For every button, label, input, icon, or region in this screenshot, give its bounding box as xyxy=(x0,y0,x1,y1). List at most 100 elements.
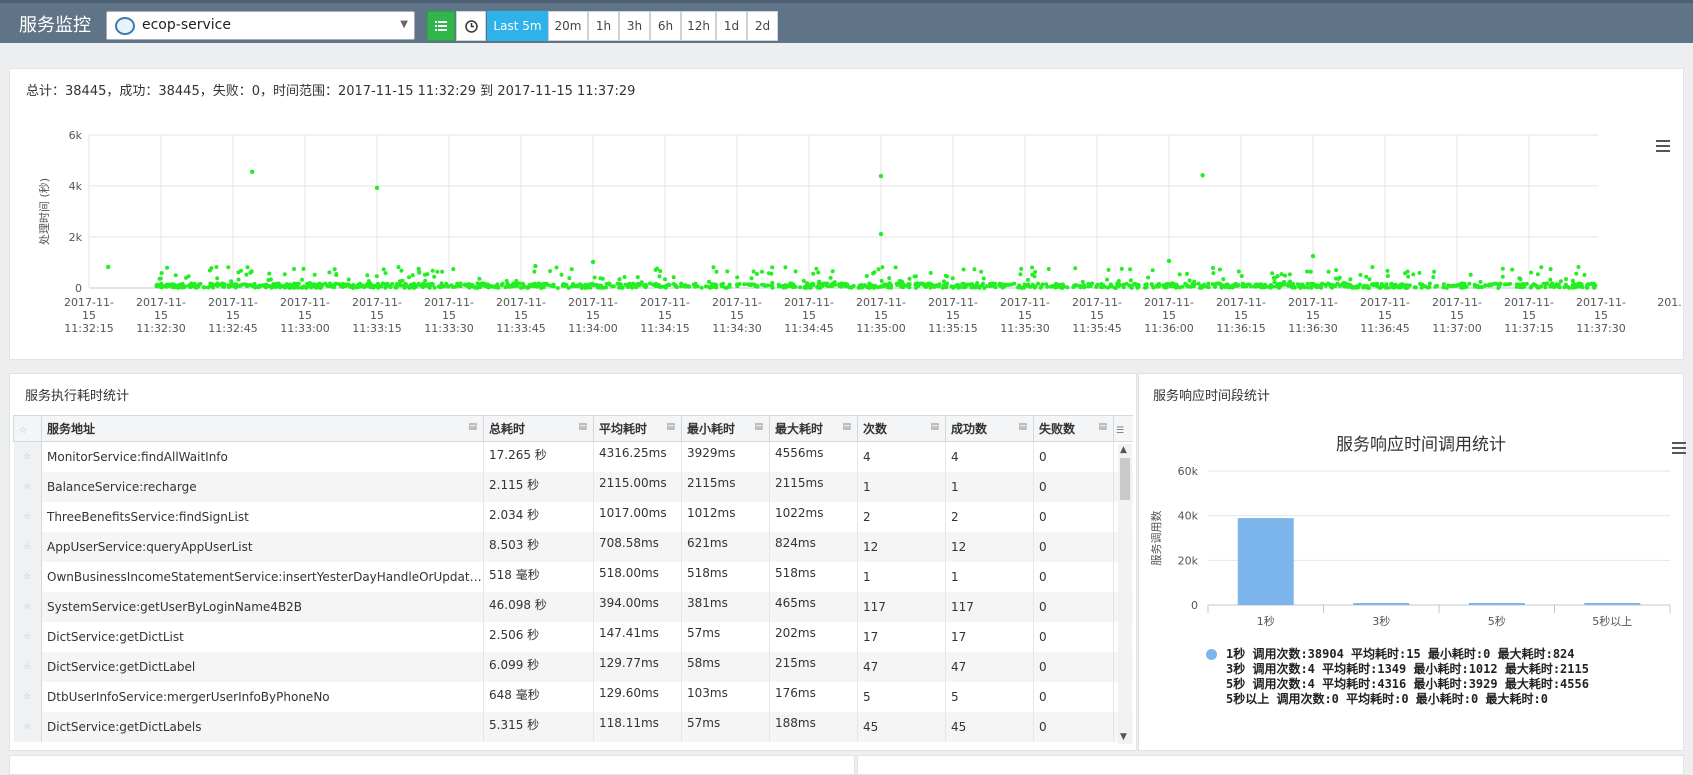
x-tick-label: 11:33:45 xyxy=(496,322,545,335)
exec-table-title: 服务执行耗时统计 xyxy=(25,389,130,404)
time-range-button-1h[interactable]: 1h xyxy=(588,11,619,41)
scatter-point xyxy=(592,275,597,280)
scatter-point xyxy=(1206,285,1211,290)
row-select-icon[interactable]: ☆ xyxy=(13,651,42,682)
row-select-header[interactable]: ☆ xyxy=(13,415,42,442)
x-tick-label: 2017-11- xyxy=(208,296,258,309)
scatter-point xyxy=(1046,267,1051,271)
row-select-icon[interactable]: ☆ xyxy=(13,621,42,652)
scatter-point xyxy=(679,281,684,286)
resp-chart-legend[interactable]: 1秒 调用次数:38904 平均耗时:15 最小耗时:0 最大耗时:824 3秒 … xyxy=(1206,647,1589,707)
row-select-icon[interactable]: ☆ xyxy=(13,681,42,712)
scatter-point xyxy=(276,281,281,286)
scatter-point xyxy=(711,265,716,270)
time-range-button-12h[interactable]: 12h xyxy=(681,11,716,41)
row-select-icon[interactable]: ☆ xyxy=(13,441,42,472)
row-select-icon[interactable]: ☆ xyxy=(13,711,42,742)
time-range-button-3h[interactable]: 3h xyxy=(619,11,650,41)
row-select-icon[interactable]: ☆ xyxy=(13,501,42,532)
scatter-point xyxy=(165,265,170,270)
table-row[interactable]: ☆ ThreeBenefitsService:findSignList 2.034 … xyxy=(13,501,1133,532)
column-menu-icon[interactable]: ▤ xyxy=(930,422,939,432)
column-menu-icon[interactable]: ▤ xyxy=(1018,422,1027,432)
clock-button[interactable] xyxy=(456,11,486,41)
table-row[interactable]: ☆ DtbUserInfoService:mergerUserInfoByPhon… xyxy=(13,681,1133,712)
scatter-point xyxy=(222,282,227,287)
column-header[interactable]: 服务地址 ▤ xyxy=(41,415,484,442)
table-row[interactable]: ☆ BalanceService:recharge 2.115 秒 2115.00ms… xyxy=(13,471,1133,502)
column-header[interactable]: 失败数 ▤ xyxy=(1033,415,1114,442)
column-header[interactable]: 最大耗时 ▤ xyxy=(769,415,858,442)
table-cell: 5 xyxy=(857,681,946,712)
table-cell: 12 xyxy=(857,531,946,562)
scatter-point xyxy=(769,271,774,276)
column-menu-icon[interactable]: ▤ xyxy=(468,422,477,432)
column-chooser-header[interactable]: ☰ xyxy=(1113,415,1133,442)
row-select-icon[interactable]: ☆ xyxy=(13,561,42,592)
table-row[interactable]: ☆ DictService:getDictLabels 5.315 秒 118.11m… xyxy=(13,711,1133,742)
scatter-point xyxy=(887,276,892,281)
column-header[interactable]: 平均耗时 ▤ xyxy=(593,415,682,442)
scatter-point xyxy=(1578,282,1583,287)
scatter-point xyxy=(266,278,271,282)
scatter-point xyxy=(505,281,510,286)
list-view-button[interactable] xyxy=(427,11,455,41)
time-range-button-2d[interactable]: 2d xyxy=(747,11,778,41)
row-select-icon[interactable]: ☆ xyxy=(13,591,42,622)
column-header-label: 最大耗时 xyxy=(775,422,824,436)
column-header[interactable]: 最小耗时 ▤ xyxy=(681,415,770,442)
row-select-icon[interactable]: ☆ xyxy=(13,471,42,502)
scatter-point xyxy=(1030,265,1035,270)
table-scrollbar[interactable]: ▲ ▼ xyxy=(1118,444,1132,744)
time-range-button-20m[interactable]: 20m xyxy=(548,11,588,41)
table-row[interactable]: ☆ MonitorService:findAllWaitInfo 17.265 秒4… xyxy=(13,441,1133,472)
scroll-down-icon[interactable]: ▼ xyxy=(1120,732,1127,742)
scatter-point xyxy=(1106,267,1111,272)
scatter-point xyxy=(950,276,955,281)
table-row[interactable]: ☆ OwnBusinessIncomeStatementService:inser… xyxy=(13,561,1133,592)
time-range-button-last5m[interactable]: Last 5m xyxy=(487,11,548,41)
scroll-up-icon[interactable]: ▲ xyxy=(1120,445,1127,455)
table-row[interactable]: ☆ DictService:getDictList 2.506 秒 147.41ms 5… xyxy=(13,621,1133,652)
table-row[interactable]: ☆ DictService:getDictLabel 6.099 秒 129.77ms… xyxy=(13,651,1133,682)
scatter-point xyxy=(1065,285,1070,290)
x-tick-label: 2017-11- xyxy=(352,296,402,309)
table-cell: 4 xyxy=(945,441,1034,472)
time-range-button-6h[interactable]: 6h xyxy=(650,11,681,41)
row-select-icon[interactable]: ☆ xyxy=(13,531,42,562)
scatter-point xyxy=(1243,283,1248,288)
table-row[interactable]: ☆ AppUserService:queryAppUserList 8.503 秒7… xyxy=(13,531,1133,562)
exec-table-wrap: ☆ 服务地址 ▤ 总耗时 ▤ 平均耗时 ▤ 最小耗时 ▤ 最大耗时 ▤ 次数 ▤ 成功数 ▤ 失败数 ▤ ☰ ☆ M… xyxy=(13,415,1133,747)
column-header[interactable]: 次数 ▤ xyxy=(857,415,946,442)
scroll-thumb[interactable] xyxy=(1120,458,1130,500)
scatter-point xyxy=(1119,266,1124,271)
scatter-point xyxy=(1418,282,1423,286)
scatter-point xyxy=(1282,282,1287,287)
table-row[interactable]: ☆ SystemService:getUserByLoginName4B2B 46.… xyxy=(13,591,1133,622)
x-tick-label: 15 xyxy=(946,309,960,322)
time-range-button-1d[interactable]: 1d xyxy=(716,11,747,41)
column-menu-icon[interactable]: ▤ xyxy=(666,422,675,432)
column-menu-icon[interactable]: ▤ xyxy=(754,422,763,432)
column-header[interactable]: 成功数 ▤ xyxy=(945,415,1034,442)
scatter-point xyxy=(1287,272,1292,277)
table-cell: 57ms xyxy=(681,621,770,652)
scatter-point xyxy=(673,283,678,288)
service-logo-icon xyxy=(115,17,135,35)
scatter-point xyxy=(1398,282,1403,287)
scatter-point xyxy=(189,283,194,288)
scatter-point xyxy=(1224,282,1229,287)
table-cell: DictService:getDictList xyxy=(41,621,484,652)
scatter-point xyxy=(594,282,599,287)
scatter-point xyxy=(847,285,852,290)
y-axis-label: 处理时间 (秒) xyxy=(37,178,51,245)
scatter-point xyxy=(770,265,775,270)
table-cell: 648 毫秒 xyxy=(483,681,594,712)
column-menu-icon[interactable]: ▤ xyxy=(578,422,587,432)
scatter-point xyxy=(666,282,671,287)
service-select[interactable]: ecop-service ▼ xyxy=(106,11,415,40)
column-header[interactable]: 总耗时 ▤ xyxy=(483,415,594,442)
table-cell: 17 xyxy=(857,621,946,652)
column-menu-icon[interactable]: ▤ xyxy=(1098,422,1107,432)
column-menu-icon[interactable]: ▤ xyxy=(842,422,851,432)
